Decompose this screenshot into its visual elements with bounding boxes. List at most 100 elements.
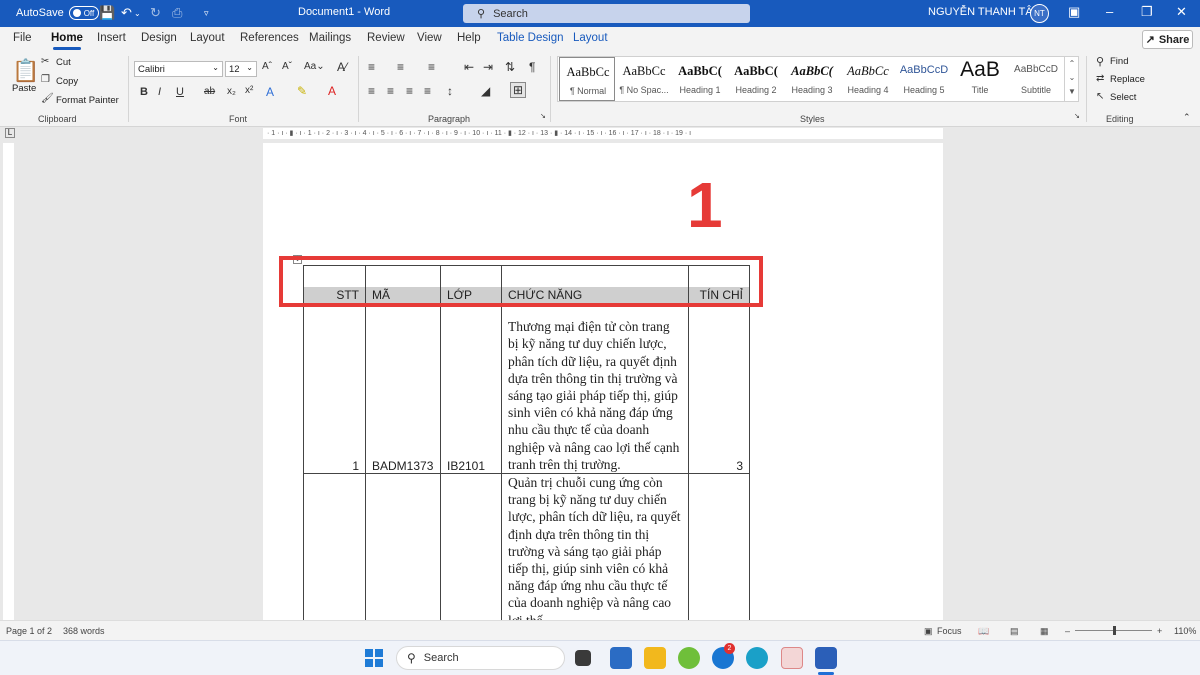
cut-label[interactable]: Cut [56, 57, 71, 68]
tab-view[interactable]: View [417, 32, 442, 44]
start-icon[interactable] [365, 649, 383, 667]
shrink-font-icon[interactable]: Aˇ [282, 61, 292, 72]
select-label[interactable]: Select [1110, 92, 1136, 103]
word-count[interactable]: 368 words [63, 626, 105, 636]
undo-dropdown-icon[interactable]: ⌄ [134, 9, 141, 18]
autosave-toggle[interactable]: Off [68, 6, 99, 20]
style-heading-4[interactable]: AaBbCc Heading 4 [840, 57, 896, 101]
change-case-icon[interactable]: Aa⌄ [304, 61, 325, 72]
search-box[interactable]: ⚲ Search [463, 4, 750, 23]
share-button[interactable]: ↗ Share [1142, 30, 1193, 49]
tab-file[interactable]: File [13, 32, 32, 44]
style-heading-3[interactable]: AaBbC(Heading 3 [784, 57, 840, 101]
table-cell-ma[interactable] [365, 473, 441, 620]
bullets-icon[interactable]: ≡ [368, 60, 375, 74]
style-subtitle[interactable]: AaBbCcD Subtitle [1008, 57, 1064, 101]
save-icon[interactable]: 💾 [99, 5, 115, 21]
find-icon[interactable]: ⚲ [1096, 55, 1104, 68]
grow-font-icon[interactable]: Aˆ [262, 61, 272, 72]
copy-icon[interactable]: ❐ [41, 74, 50, 85]
align-left-icon[interactable]: ≡ [368, 84, 375, 98]
minimize-icon[interactable]: – [1106, 4, 1113, 19]
collapse-ribbon-icon[interactable]: ⌃ [1183, 112, 1191, 123]
underline-icon[interactable]: U [176, 86, 184, 98]
style-title[interactable]: AaB Title [952, 57, 1008, 101]
superscript-icon[interactable]: x² [245, 85, 253, 96]
table-cell-lop[interactable] [440, 473, 502, 620]
print-icon[interactable]: ⎙ [172, 5, 182, 21]
zoom-in-icon[interactable]: + [1157, 626, 1162, 636]
avatar[interactable]: NT [1030, 4, 1049, 23]
paste-label[interactable]: Paste [12, 83, 36, 94]
zoom-level[interactable]: 110% [1174, 626, 1196, 636]
multilevel-list-icon[interactable]: ≡ [428, 60, 435, 74]
cut-icon[interactable]: ✂ [41, 56, 49, 67]
tab-home[interactable]: Home [51, 32, 83, 50]
zoom-slider-thumb[interactable] [1113, 626, 1116, 635]
web-layout-icon[interactable]: ▦ [1040, 626, 1049, 637]
edge-icon[interactable] [746, 647, 768, 669]
format-painter-label[interactable]: Format Painter [56, 95, 119, 106]
chevron-up-icon[interactable]: ⌃ [1065, 57, 1079, 71]
table-cell-tin-chi[interactable]: 3 [688, 303, 750, 474]
font-size-select[interactable]: 12 ⌄ [225, 61, 257, 77]
print-layout-icon[interactable]: ▤ [1010, 626, 1019, 637]
paragraph-launcher-icon[interactable]: ↘ [540, 112, 546, 120]
font-family-select[interactable]: Calibri ⌄ [134, 61, 223, 77]
task-view-icon[interactable] [575, 650, 591, 666]
taskbar-search[interactable]: ⚲ Search [396, 646, 565, 670]
bold-icon[interactable]: B [140, 86, 148, 98]
undo-icon[interactable]: ↶ [121, 5, 132, 21]
ribbon-display-icon[interactable]: ▣ [1068, 4, 1080, 20]
tab-help[interactable]: Help [457, 32, 481, 44]
focus-icon[interactable]: ▣ [924, 626, 933, 637]
read-mode-icon[interactable]: 📖 [978, 626, 989, 637]
tab-insert[interactable]: Insert [97, 32, 126, 44]
app-icon[interactable] [678, 647, 700, 669]
sort-icon[interactable]: ⇅ [505, 60, 515, 74]
table-cell-stt[interactable]: 1 [303, 303, 366, 474]
tab-mailings[interactable]: Mailings [309, 32, 351, 44]
style-normal[interactable]: AaBbCc ¶ Normal [559, 57, 615, 101]
shading-icon[interactable]: ◢ [481, 84, 490, 98]
strikethrough-icon[interactable]: ab [204, 86, 215, 97]
tab-references[interactable]: References [240, 32, 299, 44]
document-table[interactable]: STT MÃ LỚP CHỨC NĂNG TÍN CHỈ 1 BADM1373 … [303, 265, 750, 620]
tab-table-layout[interactable]: Layout [573, 32, 608, 44]
justify-icon[interactable]: ≡ [424, 84, 431, 98]
customize-toolbar-icon[interactable]: ▿ [204, 8, 209, 19]
decrease-indent-icon[interactable]: ⇤ [464, 60, 474, 74]
italic-icon[interactable]: I [158, 86, 161, 98]
style-no-spacing[interactable]: AaBbCc ¶ No Spac... [616, 57, 672, 101]
table-cell-stt[interactable] [303, 473, 366, 620]
more-styles-icon[interactable]: ▼ [1065, 85, 1079, 99]
close-icon[interactable]: ✕ [1176, 4, 1187, 20]
file-explorer-icon[interactable] [644, 647, 666, 669]
font-color-icon[interactable]: A [328, 84, 336, 98]
find-label[interactable]: Find [1110, 56, 1128, 67]
style-heading-2[interactable]: AaBbC(Heading 2 [728, 57, 784, 101]
tab-design[interactable]: Design [141, 32, 177, 44]
style-heading-1[interactable]: AaBbC(Heading 1 [672, 57, 728, 101]
tab-review[interactable]: Review [367, 32, 405, 44]
select-icon[interactable]: ↖ [1096, 91, 1104, 102]
redo-icon[interactable]: ↻ [150, 5, 161, 21]
chevron-down-icon[interactable]: ⌄ [1065, 71, 1079, 85]
clear-formatting-icon[interactable]: A⁄ [337, 60, 347, 74]
line-spacing-icon[interactable]: ↕ [447, 84, 453, 98]
format-painter-icon[interactable]: 🖌 [41, 93, 54, 104]
autosave-control[interactable]: AutoSave Off [16, 6, 99, 20]
focus-label[interactable]: Focus [937, 626, 962, 636]
word-icon[interactable] [815, 647, 837, 669]
restore-icon[interactable]: ❐ [1141, 4, 1153, 20]
table-cell-ma[interactable]: BADM1373 [365, 303, 441, 474]
numbering-icon[interactable]: ≡ [397, 60, 404, 74]
copy-label[interactable]: Copy [56, 76, 78, 87]
table-cell-tin-chi[interactable] [688, 473, 750, 620]
styles-launcher-icon[interactable]: ↘ [1074, 112, 1080, 120]
text-effects-icon[interactable]: A [266, 85, 274, 99]
table-cell-chuc-nang[interactable]: Quản trị chuỗi cung ứng còn trang bị kỹ … [501, 473, 689, 620]
app-icon[interactable] [781, 647, 803, 669]
store-icon[interactable] [610, 647, 632, 669]
subscript-icon[interactable]: x₂ [227, 86, 236, 97]
